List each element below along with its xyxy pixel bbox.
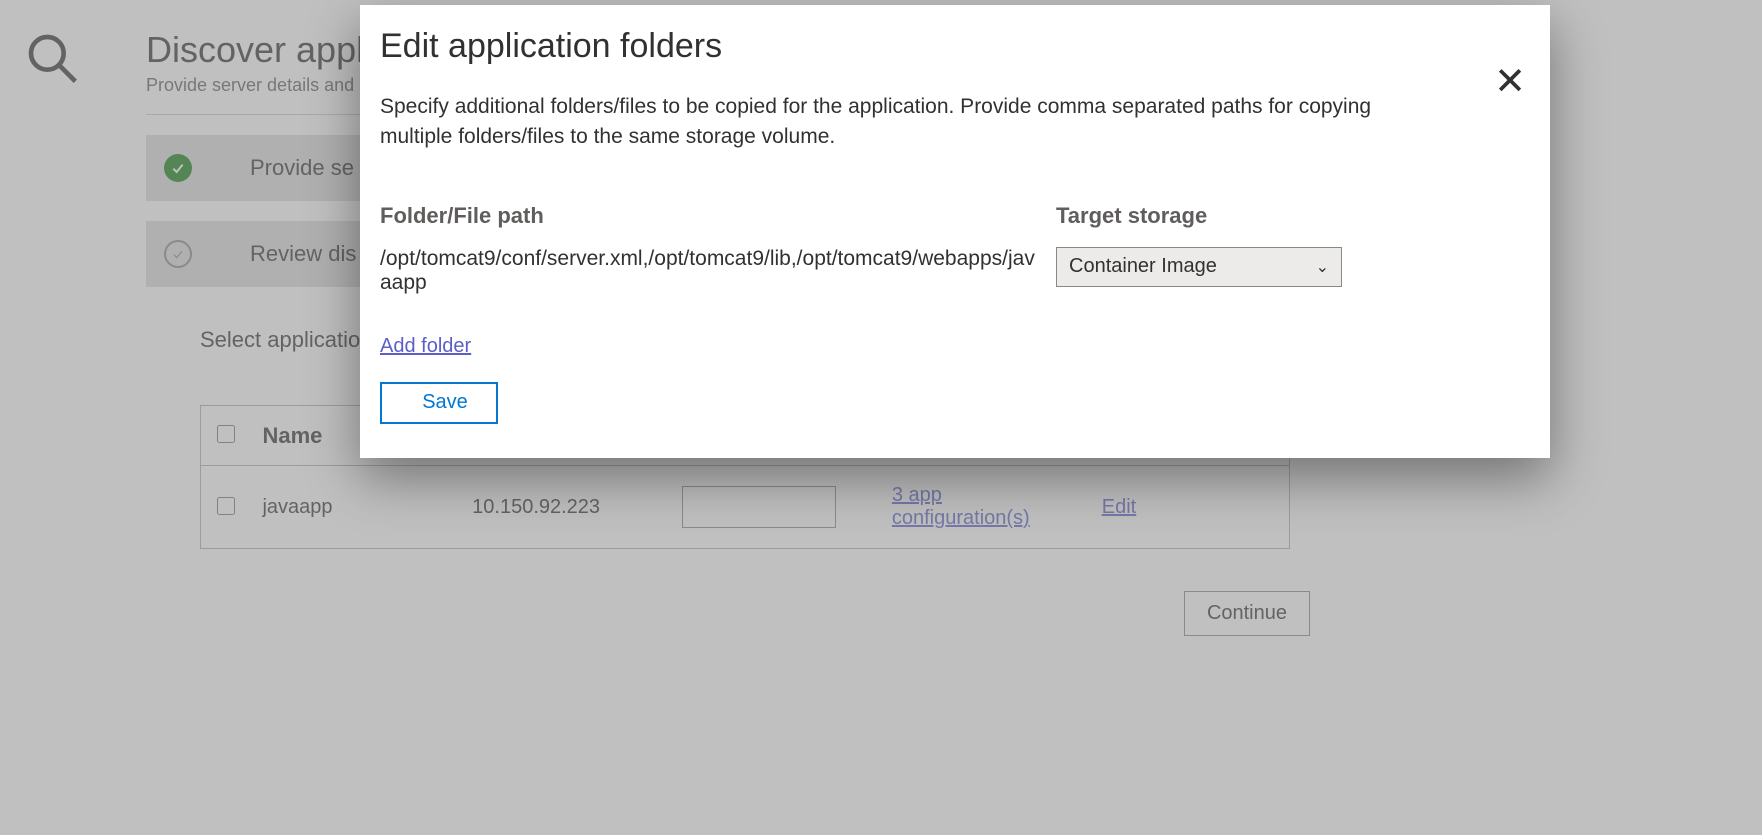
target-storage-value: Container Image (1069, 255, 1316, 278)
save-button[interactable]: Save (380, 382, 498, 424)
path-label: Folder/File path (380, 203, 1036, 229)
chevron-down-icon: ⌄ (1316, 257, 1329, 277)
add-folder-link[interactable]: Add folder (380, 335, 471, 357)
target-storage-label: Target storage (1056, 203, 1344, 229)
edit-application-folders-modal: Edit application folders ✕ Specify addit… (360, 5, 1550, 458)
target-storage-select[interactable]: Container Image ⌄ (1056, 247, 1342, 287)
close-icon[interactable]: ✕ (1494, 63, 1526, 101)
modal-title: Edit application folders (380, 27, 1516, 66)
modal-description: Specify additional folders/files to be c… (380, 66, 1430, 153)
folder-path-value: /opt/tomcat9/conf/server.xml,/opt/tomcat… (380, 247, 1036, 295)
